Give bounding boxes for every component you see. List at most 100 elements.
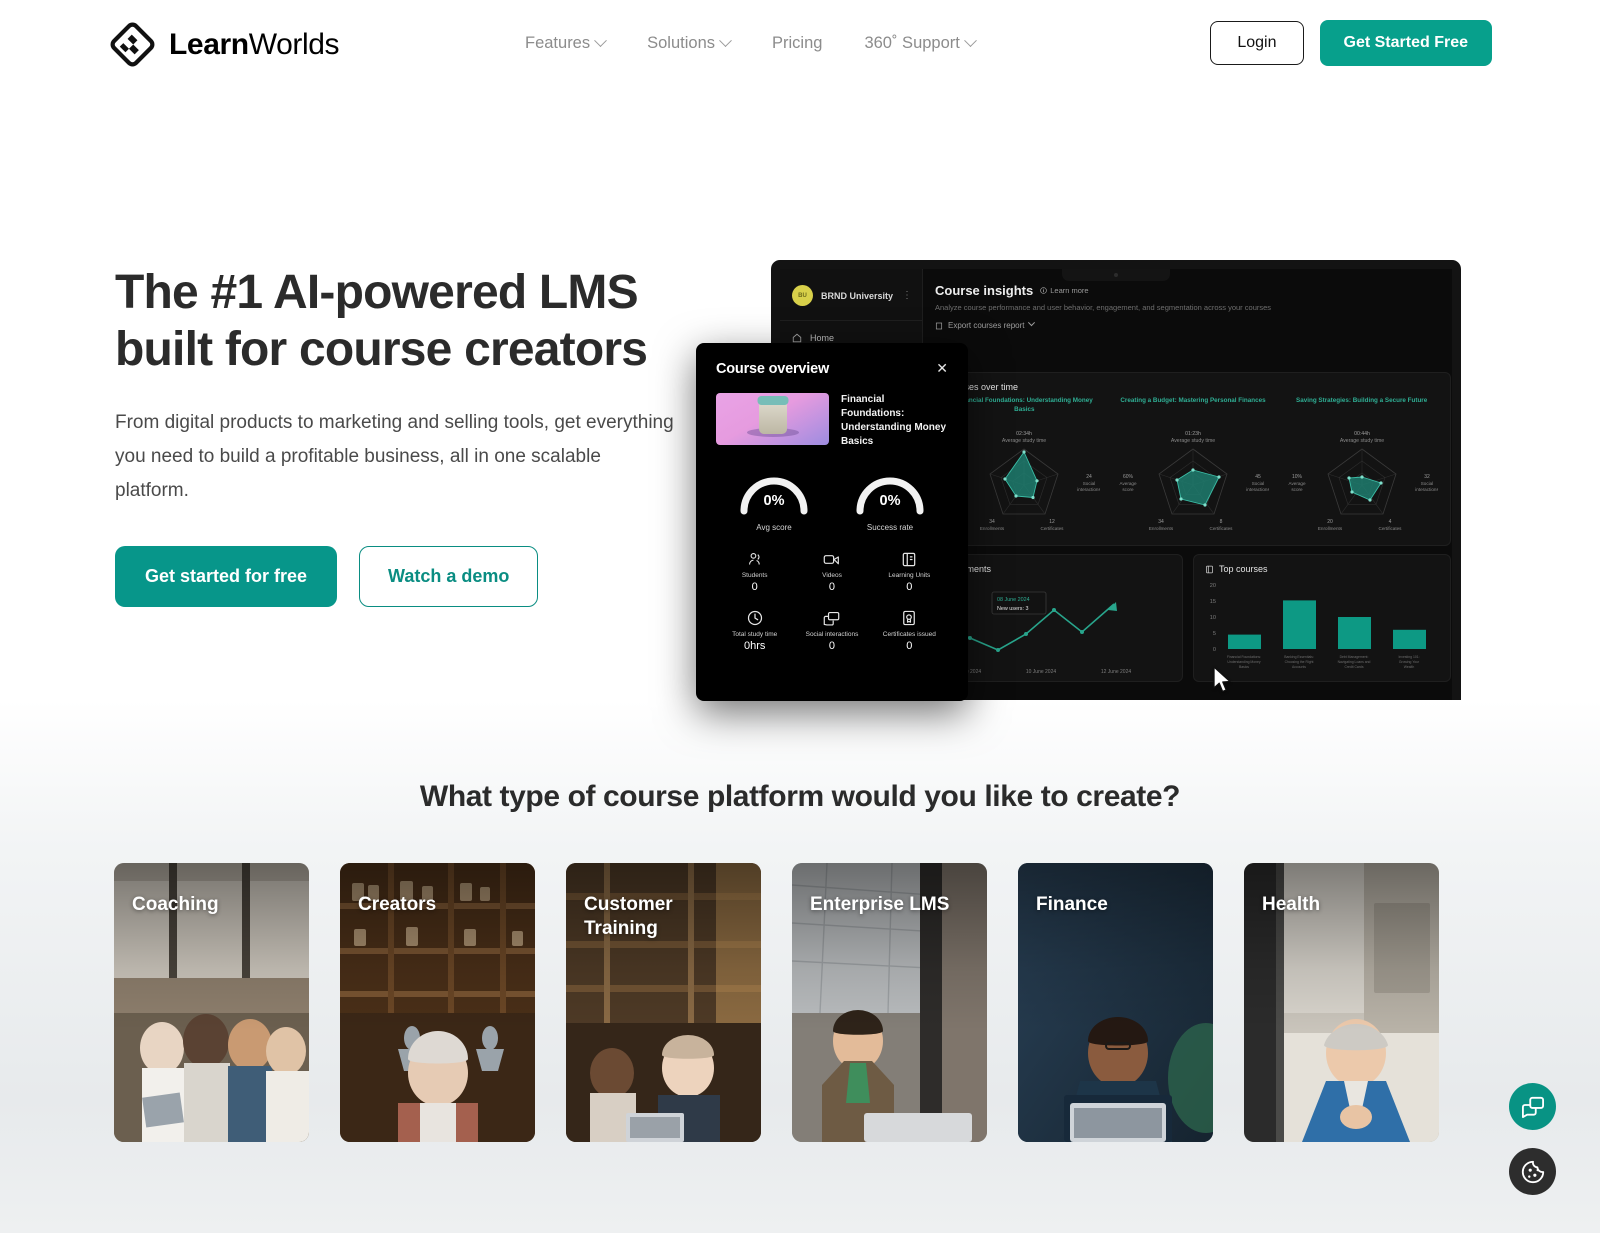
svg-text:60%: 60% [1123, 474, 1134, 480]
get-started-free-button[interactable]: Get Started Free [1319, 20, 1492, 66]
kebab-menu-icon[interactable]: ⋮ [902, 290, 912, 301]
video-icon [793, 550, 870, 568]
info-icon [1040, 287, 1048, 294]
svg-text:5: 5 [1213, 631, 1216, 637]
panel-title-text: Top courses [1219, 564, 1268, 574]
stat-value: 0hrs [743, 640, 766, 652]
svg-text:10 June 2024: 10 June 2024 [1026, 669, 1057, 675]
svg-text:4: 4 [1388, 519, 1391, 525]
stat-value: 0 [906, 640, 913, 652]
nav-item-pricing[interactable]: Pricing [772, 28, 822, 59]
radar-course-name: Saving Strategies: Building a Secure Fut… [1296, 397, 1428, 404]
stat-label: Students [741, 572, 768, 579]
nav-item-360-support[interactable]: 360˚ Support [864, 28, 977, 59]
svg-text:Basics: Basics [1239, 665, 1249, 669]
svg-text:Average study time: Average study time [1171, 438, 1215, 444]
card-coaching[interactable]: Coaching [114, 863, 309, 1142]
svg-text:01:23h: 01:23h [1185, 431, 1201, 437]
svg-text:interactions: interactions [1246, 487, 1269, 492]
logo-text-light: Worlds [248, 27, 340, 61]
nav-label: Solutions [647, 34, 716, 52]
dashboard-org[interactable]: BU BRND University ⋮ [780, 269, 922, 318]
nav-item-solutions[interactable]: Solutions [647, 28, 732, 59]
svg-text:Credit Cards: Credit Cards [1344, 665, 1363, 669]
cookie-icon [1521, 1160, 1544, 1183]
card-finance[interactable]: Finance [1018, 863, 1213, 1142]
nav-item-features[interactable]: Features [525, 28, 607, 59]
tooltip-value: New users: 3 [997, 606, 1028, 612]
stat-value: 0 [906, 581, 913, 593]
stat-videos: Videos 0 [793, 550, 870, 593]
svg-text:32: 32 [1424, 474, 1430, 480]
svg-text:Enrollments: Enrollments [1318, 526, 1343, 531]
svg-text:02:34h: 02:34h [1016, 431, 1032, 437]
svg-text:34: 34 [990, 519, 996, 525]
card-label: Customer Training [584, 894, 673, 939]
modal-header: Course overview ✕ [716, 361, 948, 377]
stat-total-study-time: Total study time 0hrs [716, 609, 793, 652]
chat-widget-button[interactable] [1509, 1083, 1556, 1130]
main-nav: Features Solutions Pricing 360˚ Support [525, 28, 977, 59]
export-courses-report-button[interactable]: Export courses report [935, 319, 1440, 330]
radar-chart-card: Financial Foundations: Understanding Mon… [947, 397, 1102, 538]
chevron-down-icon [1028, 319, 1036, 327]
card-label: Creators [358, 894, 437, 915]
watch-a-demo-button[interactable]: Watch a demo [359, 545, 539, 607]
section-title: What type of course platform would you l… [419, 780, 1181, 813]
top-courses-panel: Top courses 20 15 10 5 0 Financial Found… [1193, 554, 1451, 682]
enrollments-panel: ...rollments 08 June 2024 New users: 3 0… [935, 554, 1183, 682]
card-label: Enterprise LMS [810, 894, 950, 915]
card-enterprise-lms[interactable]: Enterprise LMS [792, 863, 987, 1142]
get-started-for-free-button[interactable]: Get started for free [115, 545, 338, 607]
stat-learning-units: Learning Units 0 [871, 550, 948, 593]
cookie-settings-button[interactable] [1509, 1148, 1556, 1195]
radar-chart: 01:23h Average study time 45 Social inte… [1119, 431, 1270, 531]
radar-chart-row: Financial Foundations: Understanding Mon… [936, 392, 1450, 538]
card-health[interactable]: Health [1244, 863, 1439, 1142]
radar-chart-card: Saving Strategies: Building a Secure Fut… [1284, 397, 1439, 538]
logo-text: LearnWorlds [169, 27, 340, 62]
learning-units-icon [871, 550, 948, 568]
svg-text:Financial Foundations:: Financial Foundations: [1227, 655, 1261, 659]
laptop-notch [1062, 269, 1170, 281]
nav-label: Pricing [772, 34, 823, 52]
dashboard-title-text: Course insights [935, 283, 1034, 298]
learn-more-link[interactable]: Learn more [1040, 286, 1089, 295]
card-label: Coaching [132, 894, 219, 915]
enrollments-line-chart: 08 June 2024 New users: 3 08 June 2024 1… [941, 591, 1131, 675]
nav-label: 360˚ Support [864, 34, 960, 52]
card-creators[interactable]: Creators [340, 863, 535, 1142]
stat-certificates-issued: Certificates issued 0 [871, 609, 948, 652]
panel-title: ...rollments [947, 564, 992, 574]
stat-label: Videos [822, 572, 842, 579]
gauge-value: 0% [879, 493, 901, 509]
stat-label: Learning Units [888, 572, 931, 579]
card-customer-training[interactable]: Customer Training [566, 863, 761, 1142]
course-title: Financial Foundations: Understanding Mon… [841, 394, 947, 447]
svg-text:Social: Social [1252, 481, 1265, 486]
page-title: The #1 AI-powered LMS built for course c… [115, 265, 675, 378]
avatar: BU [792, 285, 813, 306]
course-platform-section: What type of course platform would you l… [0, 700, 1600, 1233]
dashboard-org-name: BRND University [821, 290, 894, 301]
hero-buttons: Get started for free Watch a demo [115, 545, 675, 607]
svg-text:score: score [1291, 487, 1303, 492]
hero-copy: The #1 AI-powered LMS built for course c… [115, 265, 675, 607]
svg-text:Understanding Money: Understanding Money [1227, 660, 1260, 664]
svg-text:Social: Social [1420, 481, 1433, 486]
stat-label: Social interactions [805, 631, 859, 638]
radar-chart-card: Creating a Budget: Mastering Personal Fi… [1115, 397, 1270, 538]
clock-icon [716, 609, 793, 627]
close-icon[interactable]: ✕ [936, 361, 948, 375]
svg-text:Enrollments: Enrollments [980, 526, 1005, 531]
export-label: Export courses report [948, 321, 1025, 330]
card-label: Health [1262, 894, 1321, 915]
courses-over-time-panel: courses over time Financial Foundations:… [935, 372, 1451, 546]
svg-text:34: 34 [1158, 519, 1164, 525]
login-button[interactable]: Login [1210, 21, 1304, 65]
svg-text:Average study time: Average study time [1002, 438, 1046, 444]
logo[interactable]: LearnWorlds [110, 22, 340, 67]
stat-social-interactions: Social interactions 0 [793, 609, 870, 652]
svg-text:Certificates: Certificates [1209, 526, 1233, 531]
dashboard-page-title: Course insights Learn more [935, 283, 1440, 298]
